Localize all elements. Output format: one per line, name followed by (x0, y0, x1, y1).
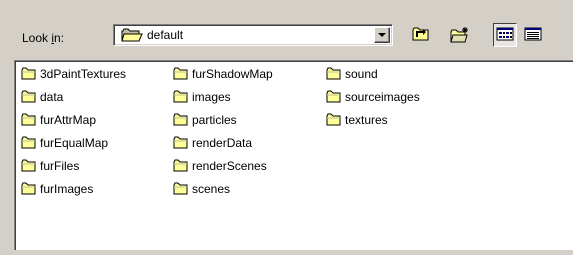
look-in-label: Look in: (22, 31, 65, 45)
folder-icon (21, 90, 36, 103)
folder-icon (21, 67, 36, 80)
chevron-down-icon[interactable] (374, 27, 390, 43)
folder-up-icon (412, 27, 429, 41)
folder-icon (173, 136, 188, 149)
folder-icon (21, 136, 36, 149)
look-in-combobox[interactable]: default (113, 24, 393, 46)
details-view-button[interactable] (521, 23, 545, 47)
folder-icon (326, 113, 341, 126)
folder-icon (173, 90, 188, 103)
folder-icon (173, 159, 188, 172)
up-one-level-button[interactable] (409, 23, 433, 47)
folder-icon (21, 182, 36, 195)
list-view-button[interactable] (493, 23, 517, 47)
folder-icon (21, 113, 36, 126)
folder-icon (21, 159, 36, 172)
create-new-folder-button[interactable] (447, 23, 471, 47)
folder-icon (173, 182, 188, 195)
new-folder-icon (450, 27, 468, 43)
folder-icon (173, 113, 188, 126)
folder-icon (173, 67, 188, 80)
list-view-icon (496, 27, 514, 41)
current-folder-text: default (147, 28, 184, 42)
details-view-icon (524, 27, 542, 41)
folder-icon (326, 90, 341, 103)
folder-icon (121, 28, 143, 46)
file-list[interactable]: 3dPaintTextures data furAttrMap furEqual… (14, 60, 573, 250)
folder-icon (326, 67, 341, 80)
